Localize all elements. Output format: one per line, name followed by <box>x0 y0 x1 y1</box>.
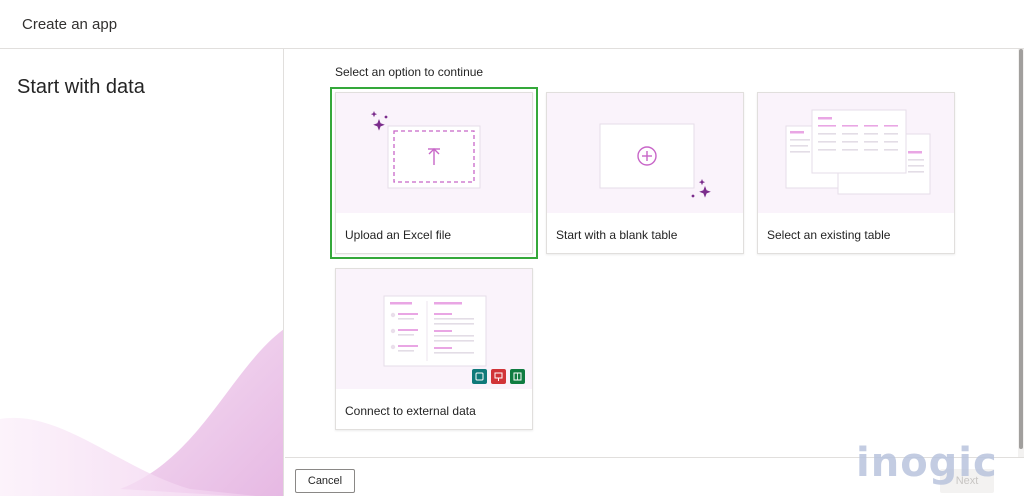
scrollbar-thumb[interactable] <box>1019 49 1023 449</box>
table-stack-icon <box>785 109 931 195</box>
option-prompt: Select an option to continue <box>335 65 484 79</box>
card-label: Select an existing table <box>767 228 891 242</box>
section-heading: Start with data <box>17 76 145 98</box>
blank-table-illustration <box>547 93 743 213</box>
upload-illustration <box>336 93 532 213</box>
upload-icon <box>370 111 481 189</box>
card-label: Start with a blank table <box>556 228 678 242</box>
decorative-wave <box>0 329 283 496</box>
existing-table-card[interactable]: Select an existing table <box>757 92 955 254</box>
add-circle-icon <box>599 123 711 198</box>
card-label: Upload an Excel file <box>345 228 452 242</box>
card-label: Connect to external data <box>345 404 476 418</box>
brand-watermark: inogic <box>856 440 998 486</box>
main-content: Select an option to continue Upload an E… <box>285 49 1018 457</box>
page-title: Create an app <box>22 16 118 33</box>
external-data-illustration <box>336 269 532 389</box>
blank-table-card[interactable]: Start with a blank table <box>546 92 744 254</box>
left-pane: Start with data <box>0 49 284 496</box>
connectors-icon <box>383 295 525 384</box>
top-bar: Create an app <box>0 0 1024 49</box>
external-data-card[interactable]: Connect to external data <box>335 268 533 430</box>
vertical-scrollbar[interactable] <box>1018 49 1024 457</box>
cancel-button[interactable]: Cancel <box>295 469 355 493</box>
existing-table-illustration <box>758 93 954 213</box>
upload-excel-card[interactable]: Upload an Excel file <box>330 87 538 259</box>
